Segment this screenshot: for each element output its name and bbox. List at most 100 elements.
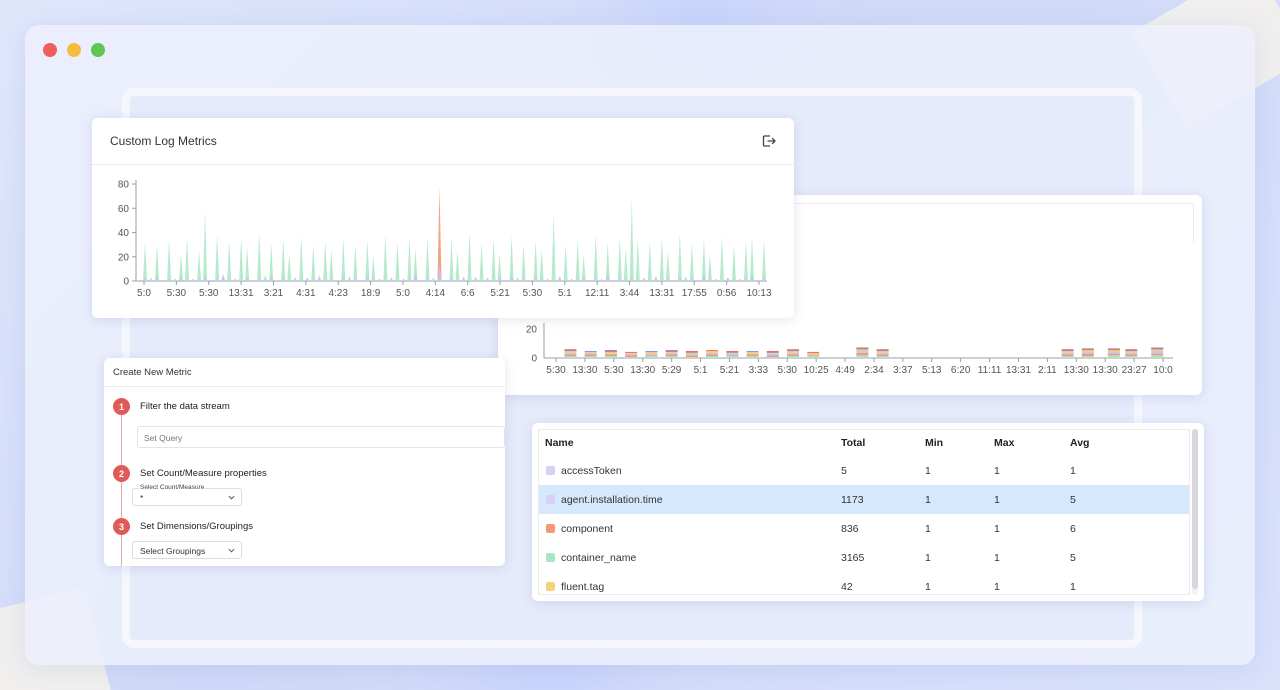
x-tick-label: 3:37 [893,365,913,376]
close-window-button[interactable] [43,43,57,57]
x-tick-label: 4:23 [328,288,348,299]
stack-segment [856,349,869,352]
x-tick-label: 5:30 [523,288,543,299]
series-spike [323,240,328,281]
stack-segment [856,352,869,356]
select-value: Select Groupings [140,546,206,556]
series-spike [149,277,154,281]
series-color-swatch [546,553,555,562]
series-spike [509,236,514,281]
stack-segment [766,355,779,358]
stack-segment [726,352,739,354]
x-tick-label: 3:44 [620,288,640,299]
cell-name: accessToken [561,465,622,477]
table-row[interactable]: fluent.tag 42 1 1 1 [539,572,1189,594]
cell-avg: 5 [1070,494,1076,506]
select-value: * [140,493,144,503]
table-row[interactable]: component 836 1 1 6 [539,514,1189,543]
series-spike [197,250,202,281]
series-spike [341,237,346,281]
stack-segment [1061,350,1074,352]
stack-segment [706,356,719,358]
series-spike [569,278,574,281]
series-spike [749,237,754,281]
series-spike [701,238,706,281]
series-spike [665,250,670,281]
column-header-max[interactable]: Max [994,437,1014,449]
column-header-min[interactable]: Min [925,437,943,449]
minimize-window-button[interactable] [67,43,81,57]
series-spike [581,255,586,281]
series-spike [173,278,178,281]
stack-segment [726,353,739,356]
stack-segment [685,352,698,355]
table-row[interactable]: container_name 3165 1 1 5 [539,543,1189,572]
stack-segment [787,352,800,355]
x-tick-label: 5:0 [137,288,151,299]
column-header-name[interactable]: Name [545,437,574,449]
cell-name: fluent.tag [561,581,605,593]
stack-segment [685,351,698,353]
window-controls [43,43,105,57]
x-tick-label: 12:11 [585,288,610,299]
series-spike [311,244,316,281]
stack-segment [706,351,719,353]
series-spike [287,254,292,281]
stack-segment [564,350,577,352]
x-tick-label: 17:55 [682,288,707,299]
cell-avg: 6 [1070,523,1076,535]
series-spike [725,277,730,281]
stack-segment [766,351,779,352]
stack-segment [1061,354,1074,357]
stack-segment [625,357,638,358]
stack-segment [645,351,658,354]
groupings-select[interactable]: Select Groupings [132,541,242,559]
series-spike [707,254,712,281]
cell-max: 1 [994,552,1000,564]
series-color-swatch [546,466,555,475]
series-spike [371,255,376,281]
panel-title: Custom Log Metrics [110,134,217,148]
stack-segment [726,356,739,358]
series-spike [377,278,382,281]
stack-segment [1107,353,1120,356]
stack-segment [1125,356,1138,358]
stack-segment [856,355,869,358]
zoom-window-button[interactable] [91,43,105,57]
series-spike [713,278,718,281]
stack-segment [856,351,869,353]
cell-min: 1 [925,523,931,535]
series-spike [491,238,496,281]
stack-segment [1151,349,1164,352]
series-spike [401,278,406,281]
cell-name: container_name [561,552,637,564]
cell-name: agent.installation.time [561,494,663,506]
stack-segment [726,351,739,352]
x-tick-label: 13:31 [229,288,254,299]
x-tick-label: 13:30 [1064,365,1089,376]
stack-segment [1125,351,1138,353]
stack-segment [706,350,719,352]
count-measure-select[interactable]: Select Count/Measure * [132,484,242,506]
stack-segment [564,354,577,357]
stack-segment [1081,349,1094,351]
export-icon[interactable] [761,133,777,149]
scrollbar-thumb[interactable] [1192,429,1198,589]
stack-segment [807,356,820,358]
x-tick-label: 10:25 [804,365,829,376]
stack-segment [665,351,678,353]
series-spike [743,240,748,281]
table-row[interactable]: accessToken 5 1 1 1 [539,456,1189,485]
table-scrollbar[interactable] [1192,429,1198,595]
series-spike [155,244,160,281]
table-row[interactable]: agent.installation.time 1173 1 1 5 [539,485,1189,514]
step-number: 2 [113,465,130,482]
stack-segment [1107,355,1120,358]
stack-segment [645,351,658,352]
series-spike [203,211,208,281]
stack-segment [1125,354,1138,357]
stack-segment [584,351,597,353]
set-query-input[interactable]: Set Query [137,426,505,448]
column-header-total[interactable]: Total [841,437,865,449]
column-header-avg[interactable]: Avg [1070,437,1089,449]
